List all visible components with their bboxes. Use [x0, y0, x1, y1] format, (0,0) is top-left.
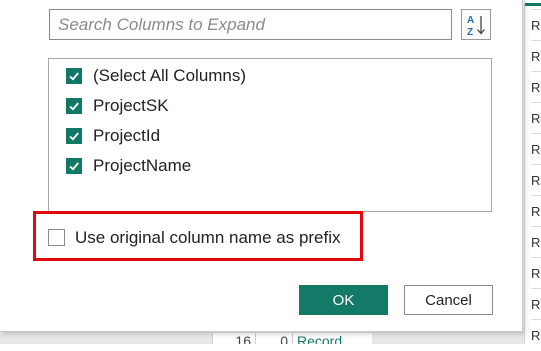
checkbox-checked[interactable]: [66, 68, 82, 84]
column-label: ProjectName: [93, 156, 192, 175]
background-cell: R: [531, 102, 541, 134]
checkmark-icon: [69, 162, 79, 171]
column-list: (Select All Columns) ProjectSK ProjectId…: [48, 58, 492, 212]
checkbox-checked[interactable]: [66, 98, 82, 114]
background-cell: R: [531, 288, 541, 320]
row-index: 0: [255, 333, 292, 344]
column-label: ProjectSK: [93, 96, 169, 115]
column-label: (Select All Columns): [93, 66, 247, 85]
checkmark-icon: [69, 72, 79, 81]
expand-columns-dialog: A Z (Select All Columns) ProjectSK Proje…: [0, 0, 523, 332]
svg-text:A: A: [467, 15, 474, 26]
background-cell: R: [531, 164, 541, 196]
background-table-row: 16 0 Record: [0, 331, 524, 344]
checkmark-icon: [69, 102, 79, 111]
background-cell: R: [531, 71, 541, 103]
background-cell: R: [531, 195, 541, 227]
checkbox-checked[interactable]: [66, 158, 82, 174]
prefix-label[interactable]: Use original column name as prefix: [75, 227, 341, 249]
column-label: ProjectId: [93, 126, 161, 145]
row-number: 16: [212, 333, 255, 344]
background-cell: R: [531, 319, 541, 351]
cancel-button[interactable]: Cancel: [404, 285, 493, 315]
checkmark-icon: [69, 132, 79, 141]
prefix-checkbox[interactable]: [48, 229, 65, 246]
column-accent-bar: [525, 3, 541, 6]
background-cell: R: [531, 9, 541, 41]
sort-button[interactable]: A Z: [461, 9, 491, 40]
background-cell: R: [531, 133, 541, 165]
column-item-projectname[interactable]: ProjectName: [66, 155, 191, 177]
column-item-select-all[interactable]: (Select All Columns): [66, 65, 246, 87]
svg-text:Z: Z: [467, 27, 473, 38]
sort-a-z-icon: A Z: [467, 15, 485, 38]
column-item-projectsk[interactable]: ProjectSK: [66, 95, 169, 117]
background-cell: R: [531, 257, 541, 289]
background-cell: R: [531, 226, 541, 258]
record-link[interactable]: Record: [292, 333, 372, 344]
background-table-column: R R R R R R R R R R R: [524, 0, 541, 344]
column-item-projectid[interactable]: ProjectId: [66, 125, 160, 147]
background-cell: R: [531, 40, 541, 72]
ok-button[interactable]: OK: [299, 285, 388, 315]
checkbox-checked[interactable]: [66, 128, 82, 144]
search-columns-input[interactable]: [49, 9, 452, 40]
